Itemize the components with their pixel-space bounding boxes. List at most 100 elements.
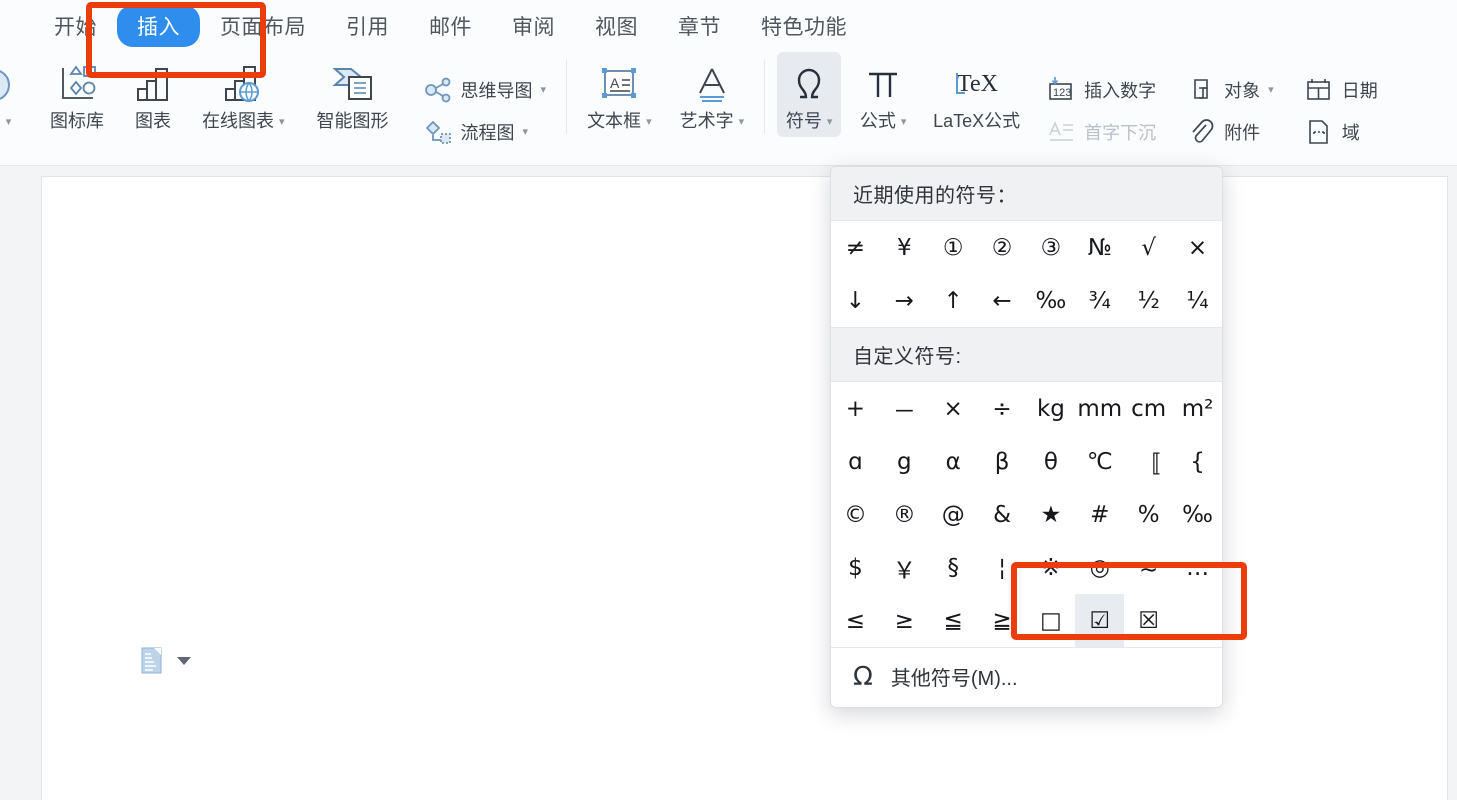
- chevron-down-icon[interactable]: ▾: [739, 115, 745, 129]
- icon-library-button[interactable]: 图标库: [42, 52, 112, 137]
- symbol-cell[interactable]: ¥: [880, 221, 929, 274]
- symbol-cell[interactable]: →: [880, 274, 929, 327]
- symbol-cell[interactable]: g: [880, 435, 929, 488]
- symbol-cell[interactable]: ¦: [978, 541, 1027, 594]
- symbol-cell[interactable]: …: [1173, 541, 1222, 594]
- document-area[interactable]: [0, 166, 1457, 800]
- symbol-cell[interactable]: №: [1075, 221, 1124, 274]
- symbol-cell[interactable]: β: [978, 435, 1027, 488]
- symbol-cell[interactable]: #: [1075, 488, 1124, 541]
- symbol-cell[interactable]: ®: [880, 488, 929, 541]
- symbol-cell[interactable]: ≥: [880, 594, 929, 647]
- paste-options-control[interactable]: [141, 647, 191, 675]
- symbol-cell[interactable]: $: [831, 541, 880, 594]
- symbol-cell[interactable]: @: [929, 488, 978, 541]
- tab-review[interactable]: 审阅: [492, 5, 575, 47]
- tab-home[interactable]: 开始: [34, 5, 117, 47]
- symbol-cell[interactable]: ≠: [831, 221, 880, 274]
- tab-insert[interactable]: 插入: [117, 5, 200, 47]
- symbol-cell[interactable]: ℃: [1075, 435, 1124, 488]
- symbol-button[interactable]: 符号 ▾: [777, 52, 842, 138]
- chevron-down-icon[interactable]: ▾: [541, 83, 547, 96]
- tab-mailings[interactable]: 邮件: [409, 5, 492, 47]
- symbol-cell[interactable]: ↓: [831, 274, 880, 327]
- symbol-cell[interactable]: ¼: [1173, 274, 1222, 327]
- flow-chart-button[interactable]: 流程图 ▾: [415, 112, 555, 152]
- date-button[interactable]: 日期: [1296, 70, 1386, 110]
- symbol-cell[interactable]: ≈: [1124, 541, 1173, 594]
- symbol-cell[interactable]: ③: [1027, 221, 1076, 274]
- shapes-button[interactable]: 状 ▾: [0, 52, 28, 137]
- symbol-cell[interactable]: ↑: [929, 274, 978, 327]
- chevron-down-icon[interactable]: ▾: [646, 115, 652, 129]
- tab-page-layout[interactable]: 页面布局: [200, 5, 326, 47]
- symbol-cell[interactable]: ②: [978, 221, 1027, 274]
- paste-options-icon[interactable]: [141, 647, 167, 675]
- symbol-cell[interactable]: ×: [1173, 221, 1222, 274]
- symbol-cell[interactable]: θ: [1027, 435, 1076, 488]
- chevron-down-icon[interactable]: ▾: [279, 115, 285, 129]
- symbol-cell[interactable]: －: [880, 382, 929, 435]
- online-chart-button[interactable]: 在线图表 ▾: [194, 52, 293, 137]
- custom-symbols-grid[interactable]: + － × ÷ kg mm cm m² ɑ g α β θ ℃ 〚 { © ® …: [831, 382, 1222, 647]
- symbol-cell[interactable]: ≤: [831, 594, 880, 647]
- mind-map-button[interactable]: 思维导图 ▾: [415, 70, 555, 110]
- word-art-button[interactable]: 艺术字 ▾: [672, 52, 753, 137]
- symbol-cell-crossed-box[interactable]: ☒: [1124, 594, 1173, 647]
- symbol-cell[interactable]: +: [831, 382, 880, 435]
- symbol-cell[interactable]: mm: [1075, 382, 1124, 435]
- symbol-cell[interactable]: §: [929, 541, 978, 594]
- symbol-cell[interactable]: ￥: [880, 541, 929, 594]
- symbol-cell[interactable]: ×: [929, 382, 978, 435]
- symbol-cell[interactable]: ◎: [1075, 541, 1124, 594]
- chevron-down-icon[interactable]: ▾: [827, 115, 833, 129]
- text-box-button[interactable]: A 文本框 ▾: [579, 52, 660, 137]
- insert-number-button[interactable]: 123 插入数字: [1038, 70, 1164, 110]
- tab-sections[interactable]: 章节: [658, 5, 741, 47]
- symbol-cell-blank[interactable]: [1173, 594, 1222, 647]
- field-button[interactable]: 域: [1296, 112, 1386, 152]
- tab-references[interactable]: 引用: [326, 5, 409, 47]
- symbol-cell[interactable]: ★: [1027, 488, 1076, 541]
- chevron-down-icon[interactable]: ▾: [6, 115, 12, 129]
- latex-formula-button[interactable]: TeX LaTeX公式: [925, 52, 1028, 137]
- symbol-cell[interactable]: 〚: [1124, 435, 1173, 488]
- chevron-down-icon[interactable]: ▾: [1268, 83, 1274, 96]
- symbol-cell[interactable]: %: [1124, 488, 1173, 541]
- symbol-cell-empty-box[interactable]: □: [1027, 594, 1076, 647]
- chart-button[interactable]: 图表: [122, 52, 184, 137]
- symbol-cell[interactable]: ÷: [978, 382, 1027, 435]
- symbol-cell[interactable]: ≦: [929, 594, 978, 647]
- symbol-cell[interactable]: ‰: [1173, 488, 1222, 541]
- object-button[interactable]: 对象 ▾: [1178, 70, 1282, 110]
- symbol-cell[interactable]: &: [978, 488, 1027, 541]
- smart-art-button[interactable]: 智能图形: [309, 52, 397, 137]
- chevron-down-icon[interactable]: ▾: [901, 115, 907, 129]
- chevron-down-icon[interactable]: [177, 657, 191, 665]
- symbol-cell[interactable]: √: [1124, 221, 1173, 274]
- symbol-dropdown-panel[interactable]: 近期使用的符号： ≠ ¥ ① ② ③ № √ × ↓ → ↑ ← ‰ ¾ ½ ¼…: [830, 166, 1223, 708]
- symbol-cell[interactable]: ※: [1027, 541, 1076, 594]
- symbol-cell[interactable]: kg: [1027, 382, 1076, 435]
- tab-special-features[interactable]: 特色功能: [741, 5, 867, 47]
- symbol-cell[interactable]: cm: [1124, 382, 1173, 435]
- symbol-cell[interactable]: m²: [1173, 382, 1222, 435]
- symbol-cell[interactable]: ɑ: [831, 435, 880, 488]
- symbol-cell[interactable]: ©: [831, 488, 880, 541]
- symbol-cell[interactable]: ‰: [1027, 274, 1076, 327]
- attachment-button[interactable]: 附件: [1178, 112, 1282, 152]
- symbol-cell[interactable]: ①: [929, 221, 978, 274]
- symbol-cell[interactable]: ¾: [1075, 274, 1124, 327]
- recent-symbols-grid[interactable]: ≠ ¥ ① ② ③ № √ × ↓ → ↑ ← ‰ ¾ ½ ¼: [831, 221, 1222, 327]
- formula-button[interactable]: 公式 ▾: [851, 52, 915, 137]
- symbol-cell[interactable]: ½: [1124, 274, 1173, 327]
- chevron-down-icon[interactable]: ▾: [523, 125, 529, 138]
- symbol-cell-checked-box[interactable]: ☑: [1075, 594, 1125, 647]
- symbol-cell[interactable]: α: [929, 435, 978, 488]
- more-symbols-menu-item[interactable]: Ω 其他符号(M)...: [831, 648, 1222, 707]
- symbol-cell[interactable]: {: [1173, 435, 1222, 488]
- symbol-cell[interactable]: ≧: [978, 594, 1027, 647]
- tab-view[interactable]: 视图: [575, 5, 658, 47]
- symbol-cell[interactable]: ←: [978, 274, 1027, 327]
- document-page[interactable]: [42, 177, 1447, 800]
